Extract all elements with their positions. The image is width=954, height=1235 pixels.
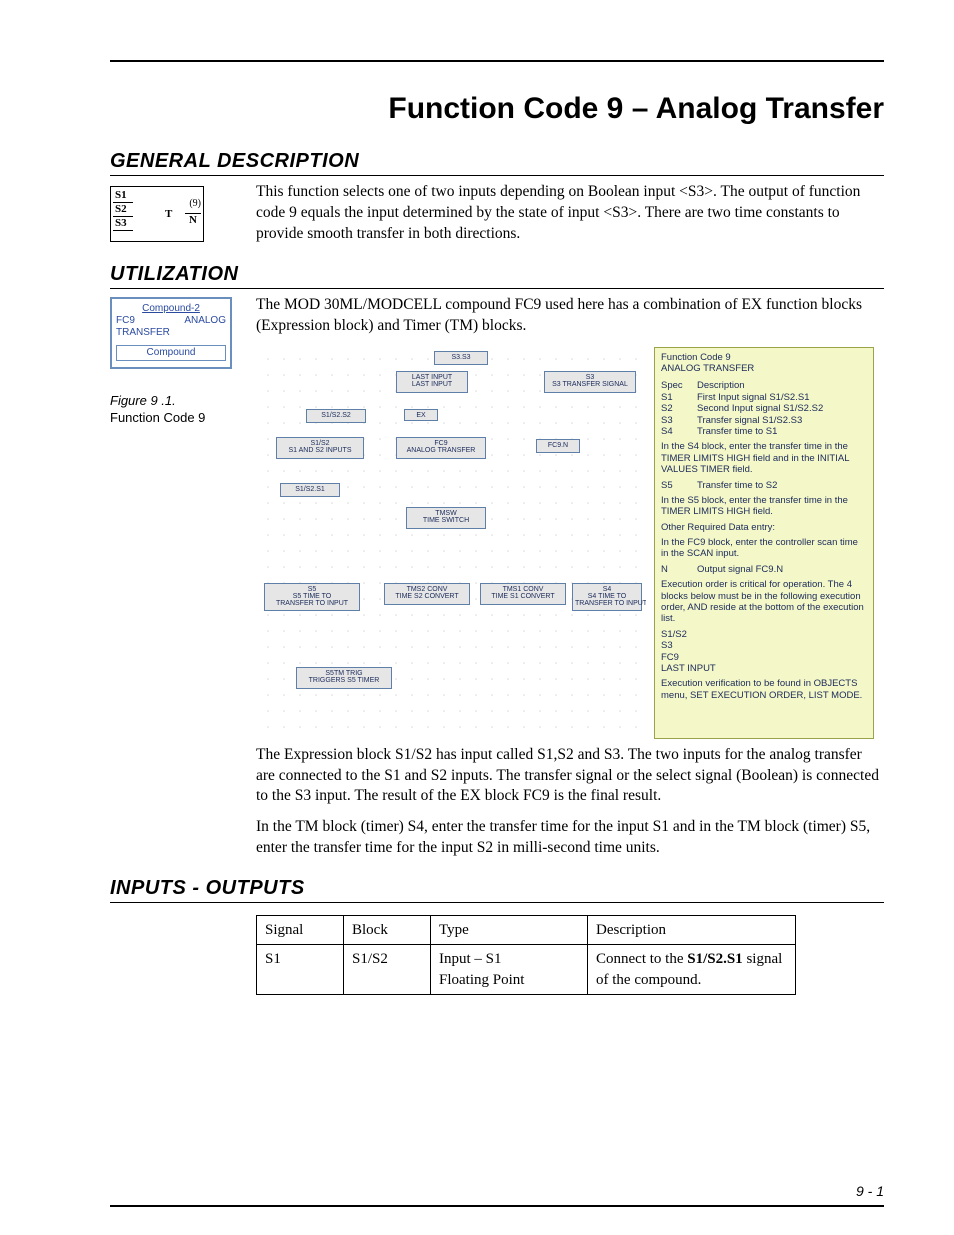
util-compound-btn: Compound (116, 345, 226, 361)
after-diagram-p2: In the TM block (timer) S4, enter the tr… (256, 817, 884, 859)
legend-list-3: LAST INPUT (661, 663, 867, 674)
block-s1s2-inputs: S1/S2 S1 AND S2 INPUTS (276, 437, 364, 459)
block-tmsw: TMSW TIME SWITCH (406, 507, 486, 529)
table-row: S1 S1/S2 Input – S1 Floating Point Conne… (257, 945, 796, 995)
legend-s1-k: S1 (661, 392, 689, 403)
ex-label-sm1: EX (404, 409, 438, 421)
fc-s1-label: S1 (113, 189, 133, 203)
legend-s2-v: Second Input signal S1/S2.S2 (697, 403, 823, 414)
legend-list-1: S3 (661, 640, 867, 651)
section-io-heading: INPUTS - OUTPUTS (110, 877, 884, 903)
block-last-input: LAST INPUT LAST INPUT (396, 371, 468, 393)
legend-verif: Execution verification to be found in OB… (661, 678, 867, 701)
block-s1s2s1: S1/S2.S1 (280, 483, 340, 497)
figure-caption: Figure 9 .1. (110, 393, 240, 408)
legend-s5-k: S5 (661, 480, 689, 491)
legend-hdr1: Function Code 9 (661, 352, 867, 363)
legend-spec-v: Description (697, 380, 745, 391)
legend-s1-v: First Input signal S1/S2.S1 (697, 392, 809, 403)
util-analog: ANALOG (184, 315, 226, 327)
general-paragraph: This function selects one of two inputs … (256, 182, 884, 245)
block-s5-time: S5 S5 TIME TO TRANSFER TO INPUT (264, 583, 360, 611)
legend-s5-note: In the S5 block, enter the transfer time… (661, 495, 867, 518)
fc-block-graphic: S1 S2 S3 T (9) N (110, 182, 240, 255)
th-desc: Description (588, 916, 796, 945)
page-title: Function Code 9 – Analog Transfer (110, 92, 884, 126)
fc-t-label: T (165, 209, 172, 220)
bottom-rule (110, 1205, 884, 1207)
block-tms1: TMS1 CONV TIME S1 CONVERT (480, 583, 566, 605)
td-signal: S1 (257, 945, 344, 995)
td-block: S1/S2 (344, 945, 431, 995)
utilization-block-graphic: Compound-2 FC9 ANALOG TRANSFER Compound (110, 297, 232, 369)
legend-s2-k: S2 (661, 403, 689, 414)
legend-spec-k: Spec (661, 380, 689, 391)
fc-s3-label: S3 (113, 217, 133, 231)
block-s5tm: S5TM TRIG TRIGGERS S5 TIMER (296, 667, 392, 689)
td-type: Input – S1 Floating Point (431, 945, 588, 995)
after-diagram-p1: The Expression block S1/S2 has input cal… (256, 745, 884, 808)
diagram-area: S3.S3 LAST INPUT LAST INPUT S3 S3 TRANSF… (256, 347, 646, 739)
th-block: Block (344, 916, 431, 945)
fc-s2-label: S2 (113, 203, 133, 217)
diagram-legend: Function Code 9 ANALOG TRANSFER Spec Desc… (654, 347, 874, 739)
section-general-heading: GENERAL DESCRIPTION (110, 150, 884, 176)
util-compound2: Compound-2 (116, 303, 226, 315)
legend-s4-note: In the S4 block, enter the transfer time… (661, 441, 867, 475)
legend-s4-k: S4 (661, 426, 689, 437)
legend-other2: In the FC9 block, enter the controller s… (661, 537, 867, 560)
th-type: Type (431, 916, 588, 945)
block-fc9-analog: FC9 ANALOG TRANSFER (396, 437, 486, 459)
table-header-row: Signal Block Type Description (257, 916, 796, 945)
util-fc9: FC9 (116, 315, 135, 327)
block-tms2: TMS2 CONV TIME S2 CONVERT (384, 583, 470, 605)
block-fc9n: FC9.N (536, 439, 580, 453)
legend-list-0: S1/S2 (661, 629, 867, 640)
th-signal: Signal (257, 916, 344, 945)
legend-s5-v: Transfer time to S2 (697, 480, 777, 491)
block-s3-transfer: S3 S3 TRANSFER SIGNAL (544, 371, 636, 393)
legend-other1: Other Required Data entry: (661, 522, 867, 533)
legend-exec-note: Execution order is critical for operatio… (661, 579, 867, 625)
io-table: Signal Block Type Description S1 S1/S2 I… (256, 915, 796, 995)
block-s4-time: S4 S4 TIME TO TRANSFER TO INPUT (572, 583, 642, 611)
legend-list-2: FC9 (661, 652, 867, 663)
fc-n-label: N (185, 213, 201, 226)
td-desc: Connect to the S1/S2.S1 signal of the co… (588, 945, 796, 995)
page-number: 9 - 1 (856, 1183, 884, 1199)
top-rule (110, 60, 884, 62)
utilization-paragraph: The MOD 30ML/MODCELL compound FC9 used h… (256, 295, 884, 337)
legend-s3-v: Transfer signal S1/S2.S3 (697, 415, 802, 426)
legend-hdr2: ANALOG TRANSFER (661, 363, 867, 374)
util-transfer: TRANSFER (116, 327, 226, 339)
section-utilization-heading: UTILIZATION (110, 263, 884, 289)
block-s3s3: S3.S3 (434, 351, 488, 365)
legend-n-v: Output signal FC9.N (697, 564, 783, 575)
figure-subcaption: Function Code 9 (110, 410, 240, 425)
legend-s3-k: S3 (661, 415, 689, 426)
legend-s4-v: Transfer time to S1 (697, 426, 777, 437)
block-s1s2s2: S1/S2.S2 (306, 409, 366, 423)
fc-nine-label: (9) (189, 199, 201, 209)
legend-n-k: N (661, 564, 689, 575)
